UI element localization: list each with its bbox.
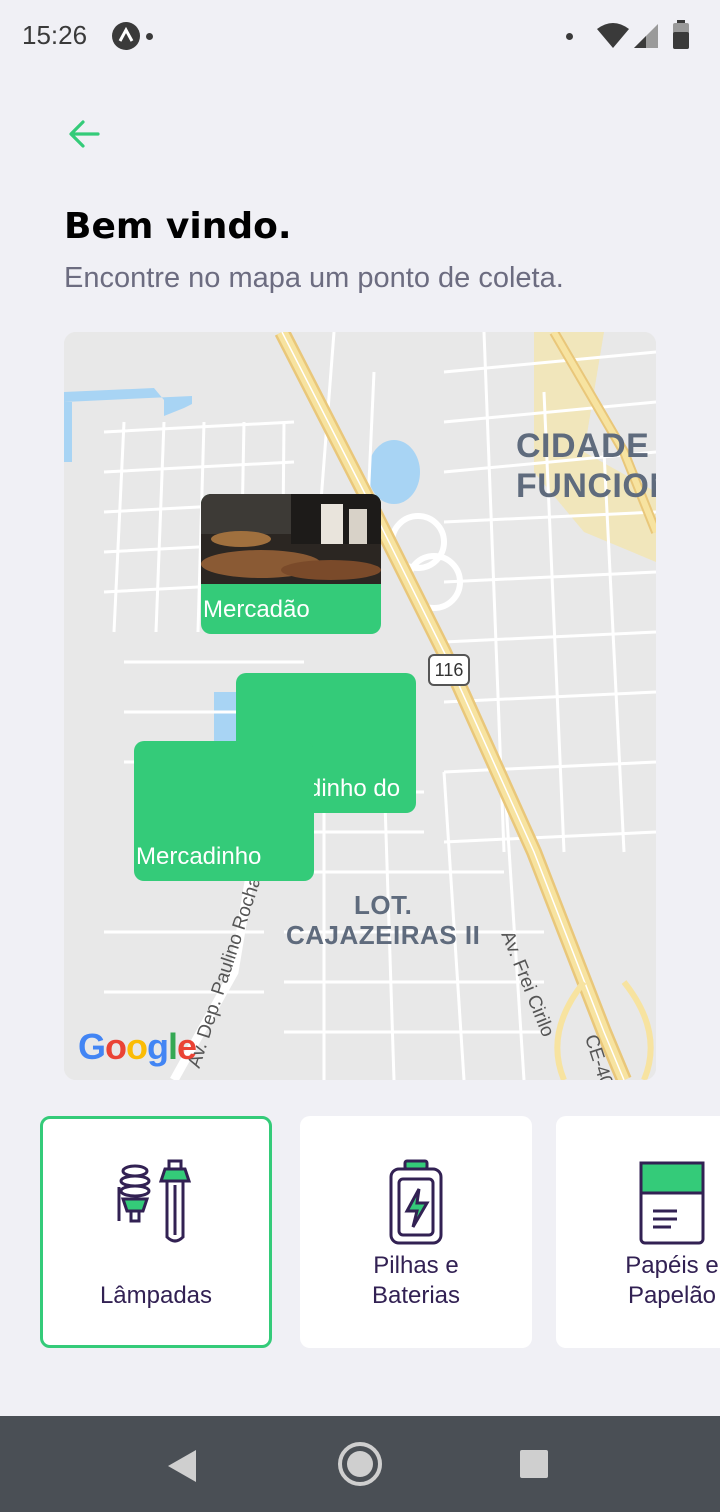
item-title: Pilhas e Baterias [371,1252,461,1309]
road-number-badge: 116 [428,654,470,686]
notification-dot-icon [146,33,153,40]
item-title: Papéis e Papelão [625,1252,719,1309]
status-time: 15:26 [22,20,88,50]
paper-icon [639,1161,705,1245]
arrow-left-icon [69,120,100,148]
page-subtitle: Encontre no mapa um ponto de coleta. [64,262,564,294]
navigation-bar [0,1416,720,1512]
marker-label: Mercadão [203,596,310,623]
marker-label: dinho do [308,775,401,802]
item-card-pilhas[interactable]: Pilhas e Baterias [300,1116,532,1348]
page-title: Bem vindo. [64,206,292,247]
home-nav-icon[interactable] [336,1440,384,1488]
signal-icon [634,24,658,48]
map-district-label: LOT. CAJAZEIRAS II [286,890,481,950]
items-carousel[interactable]: Lâmpadas Pilhas e Baterias Papéis e Pape… [0,1112,720,1356]
marker-label: Mercadinho [136,843,262,870]
map-district-label: CIDADE I FUNCIONÁ [516,427,656,505]
recents-nav-icon[interactable] [518,1448,550,1480]
battery-icon [389,1159,443,1245]
back-button[interactable] [64,114,104,154]
map-marker[interactable]: Mercadinho [134,741,314,881]
back-nav-icon[interactable] [164,1446,200,1486]
marker-photo [201,494,381,584]
notification-dot-icon [566,33,573,40]
item-title: Lâmpadas [99,1282,213,1309]
map-marker[interactable]: Mercadão [201,494,381,634]
wifi-icon [597,23,629,48]
item-card-lampadas[interactable]: Lâmpadas [40,1116,272,1348]
google-logo: Google [78,1026,197,1067]
app-notification-icon [112,22,140,50]
item-card-papeis[interactable]: Papéis e Papelão [556,1116,720,1348]
status-bar: 15:26 [0,0,720,72]
battery-status-icon [673,20,689,49]
lamp-icon [117,1159,192,1243]
map[interactable]: CIDADE I FUNCIONÁ LOT. CAJAZEIRAS II 116… [64,332,656,1080]
